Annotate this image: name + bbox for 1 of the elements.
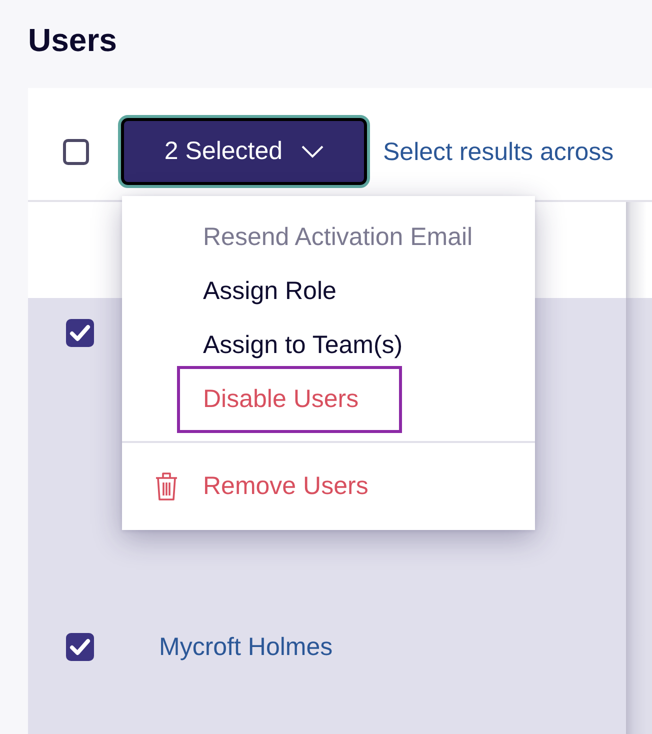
page-title: Users <box>28 21 117 60</box>
